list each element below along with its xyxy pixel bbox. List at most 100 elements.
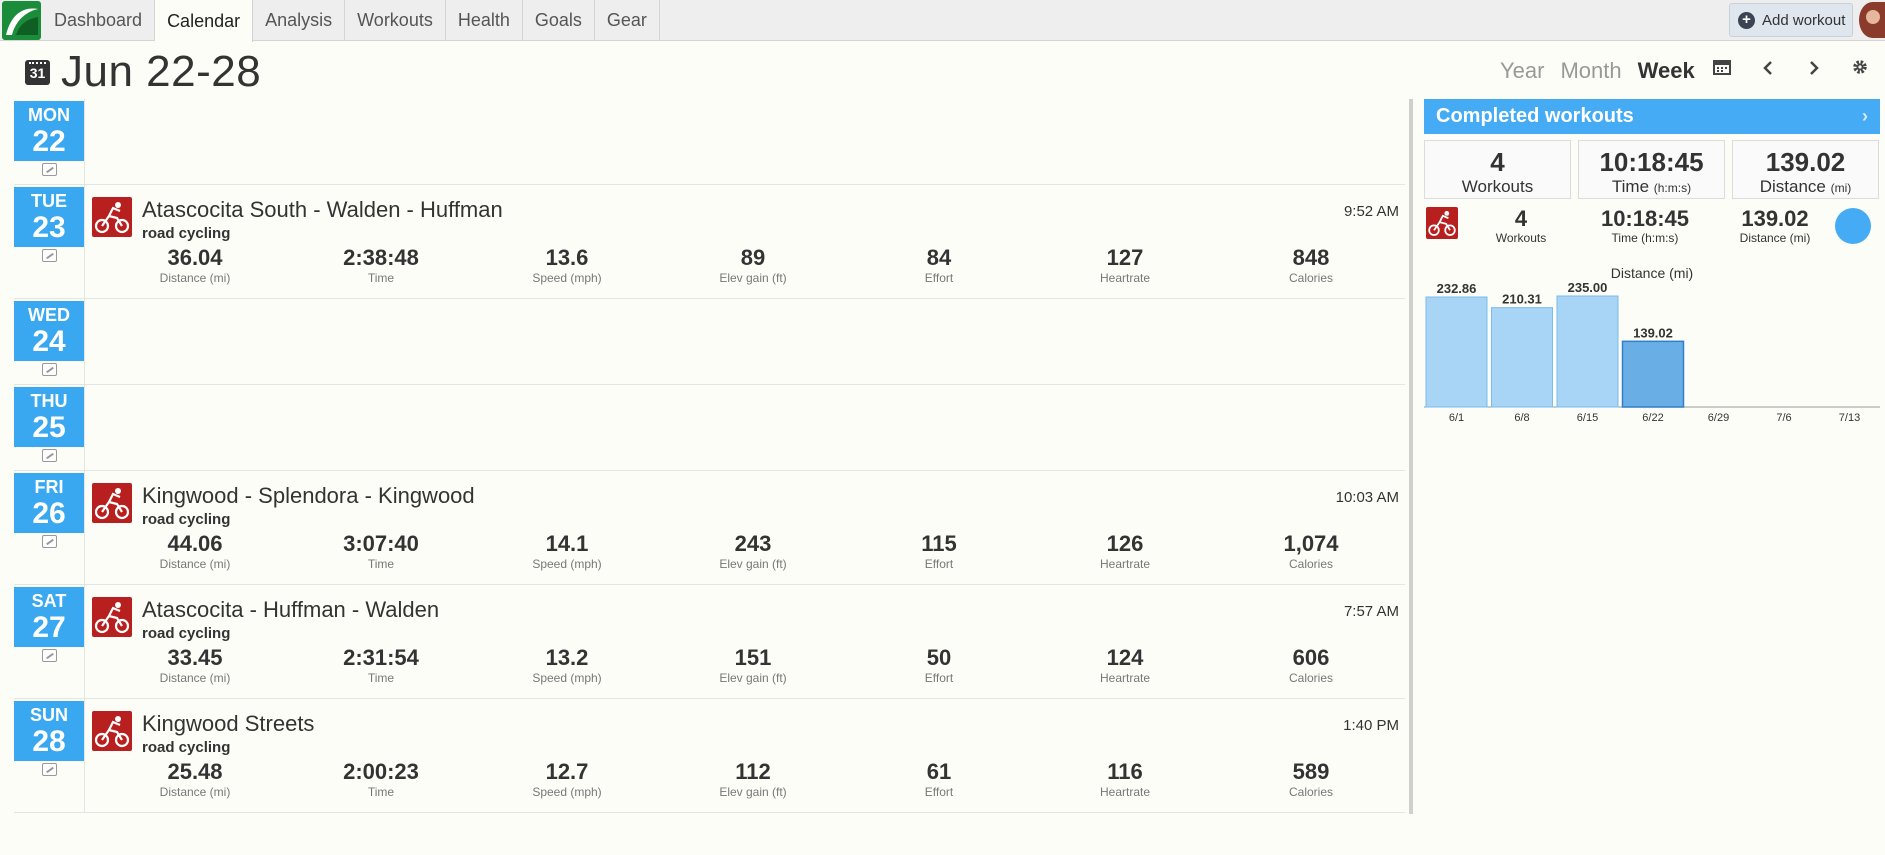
stat-label: Speed (mph) [532, 785, 602, 799]
day-of-week: FRI [34, 477, 64, 497]
summary-label: Time (h:m:s) [1579, 178, 1724, 197]
stat-label: Distance (mi) [159, 557, 231, 571]
add-note-icon[interactable] [42, 763, 57, 776]
stat-value: 606 [1292, 645, 1330, 670]
main-nav: Dashboard Calendar Analysis Workouts Health G… [42, 0, 660, 42]
workout-type: road cycling [142, 625, 231, 642]
summary-boxes: 4 Workouts 10:18:45 Time (h:m:s) 139.02 Dista… [1424, 140, 1880, 199]
workout-stat: 151 Elev gain (ft) [678, 645, 828, 685]
week-list: MON 22 TUE 23 Atascocita South - Walden - Hu… [14, 99, 1405, 813]
stat-label: Distance (mi) [159, 271, 231, 285]
chart-tick-label: 6/1 [1449, 412, 1464, 424]
sport-summary-label: Time (h:m:s) [1611, 231, 1679, 245]
workout-stat: 50 Effort [864, 645, 1014, 685]
day-badge: MON 22 [14, 101, 84, 161]
prev-week-chevron-icon[interactable] [1756, 58, 1780, 82]
workout-stat: 13.2 Speed (mph) [492, 645, 642, 685]
tab-workouts[interactable]: Workouts [345, 0, 446, 41]
add-note-icon[interactable] [42, 535, 57, 548]
add-note-icon[interactable] [42, 249, 57, 262]
app-logo-icon[interactable] [2, 1, 41, 40]
chart-bar[interactable] [1556, 295, 1619, 408]
add-note-icon[interactable] [42, 449, 57, 462]
workout-title-link[interactable]: Atascocita - Huffman - Walden [142, 597, 439, 623]
day-divider [84, 299, 85, 384]
tab-gear[interactable]: Gear [595, 0, 660, 41]
stat-value: 2:00:23 [343, 759, 419, 784]
summary-label: Workouts [1425, 178, 1570, 196]
completed-workouts-header[interactable]: Completed workouts › [1424, 99, 1880, 134]
day-date: 27 [32, 611, 66, 644]
calendar-picker-icon[interactable] [1710, 58, 1734, 82]
add-workout-button[interactable]: + Add workout [1729, 3, 1853, 37]
tab-calendar[interactable]: Calendar [155, 0, 254, 42]
day-badge: WED 24 [14, 301, 84, 361]
stat-label: Effort [924, 671, 954, 685]
view-year-link[interactable]: Year [1500, 58, 1544, 84]
workout-title-link[interactable]: Kingwood Streets [142, 711, 314, 737]
workout-stat: 12.7 Speed (mph) [492, 759, 642, 799]
day-badge: TUE 23 [14, 187, 84, 247]
add-note-icon[interactable] [42, 649, 57, 662]
workout-entry[interactable]: Kingwood - Splendora - Kingwood road cycl… [92, 471, 1405, 585]
stat-value: 151 [734, 645, 772, 670]
view-month-link[interactable]: Month [1560, 58, 1621, 84]
stat-value: 14.1 [545, 531, 589, 556]
stat-label: Speed (mph) [532, 671, 602, 685]
workout-stat: 14.1 Speed (mph) [492, 531, 642, 571]
stat-value: 36.04 [167, 245, 223, 270]
workout-entry[interactable]: Kingwood Streets road cycling 1:40 PM 25.48… [92, 699, 1405, 813]
day-of-week: MON [28, 105, 70, 125]
user-avatar[interactable] [1859, 2, 1885, 38]
stat-value: 2:38:48 [343, 245, 419, 270]
add-note-icon[interactable] [42, 163, 57, 176]
workout-entry[interactable]: Atascocita - Huffman - Walden road cyclin… [92, 585, 1405, 699]
day-date: 28 [32, 725, 66, 758]
road-cycling-icon [92, 597, 132, 637]
tab-health[interactable]: Health [446, 0, 523, 41]
road-cycling-icon [1426, 207, 1458, 239]
stat-value: 89 [740, 245, 766, 270]
next-week-chevron-icon[interactable] [1802, 58, 1826, 82]
tab-dashboard[interactable]: Dashboard [42, 0, 156, 41]
sport-summary-stat: 139.02 Distance (mi) [1710, 207, 1840, 246]
stat-value: 115 [921, 531, 957, 556]
stat-value: 112 [735, 759, 771, 784]
stat-label: Heartrate [1099, 557, 1151, 571]
stat-label: Distance (mi) [159, 785, 231, 799]
workout-stat: 124 Heartrate [1050, 645, 1200, 685]
settings-gear-icon[interactable] [1848, 58, 1872, 82]
stat-label: Speed (mph) [532, 271, 602, 285]
stat-label: Elev gain (ft) [719, 785, 787, 799]
day-row: THU 25 [14, 385, 1405, 471]
chart-bar[interactable] [1425, 296, 1488, 408]
chart-bar[interactable] [1491, 307, 1553, 408]
stat-value: 33.45 [167, 645, 223, 670]
day-of-week: SUN [29, 705, 68, 725]
workout-stat: 33.45 Distance (mi) [120, 645, 270, 685]
summary-value: 4 [1490, 147, 1505, 177]
summary-unit: (mi) [1830, 181, 1852, 195]
stat-label: Effort [924, 557, 954, 571]
add-note-icon[interactable] [42, 363, 57, 376]
workout-start-time: 9:52 AM [1343, 203, 1399, 220]
workout-stat: 2:38:48 Time [306, 245, 456, 285]
day-badge: FRI 26 [14, 473, 84, 533]
workout-start-time: 1:40 PM [1343, 717, 1399, 734]
chart-bar[interactable] [1621, 340, 1685, 408]
day-date: 23 [32, 211, 66, 244]
chart-tick-label: 7/13 [1839, 412, 1860, 424]
workout-stat: 13.6 Speed (mph) [492, 245, 642, 285]
sport-summary-value: 10:18:45 [1600, 206, 1690, 231]
tab-goals[interactable]: Goals [523, 0, 595, 41]
view-week-link[interactable]: Week [1638, 58, 1695, 84]
completed-workouts-title: Completed workouts [1436, 105, 1634, 127]
tab-analysis[interactable]: Analysis [253, 0, 346, 41]
color-dot-icon[interactable] [1835, 208, 1871, 244]
day-of-week: THU [30, 391, 68, 411]
workout-title-link[interactable]: Atascocita South - Walden - Huffman [142, 197, 503, 223]
workout-entry[interactable]: Atascocita South - Walden - Huffman road … [92, 185, 1405, 299]
workout-start-time: 7:57 AM [1343, 603, 1399, 620]
day-of-week: TUE [31, 191, 67, 211]
workout-title-link[interactable]: Kingwood - Splendora - Kingwood [142, 483, 475, 509]
